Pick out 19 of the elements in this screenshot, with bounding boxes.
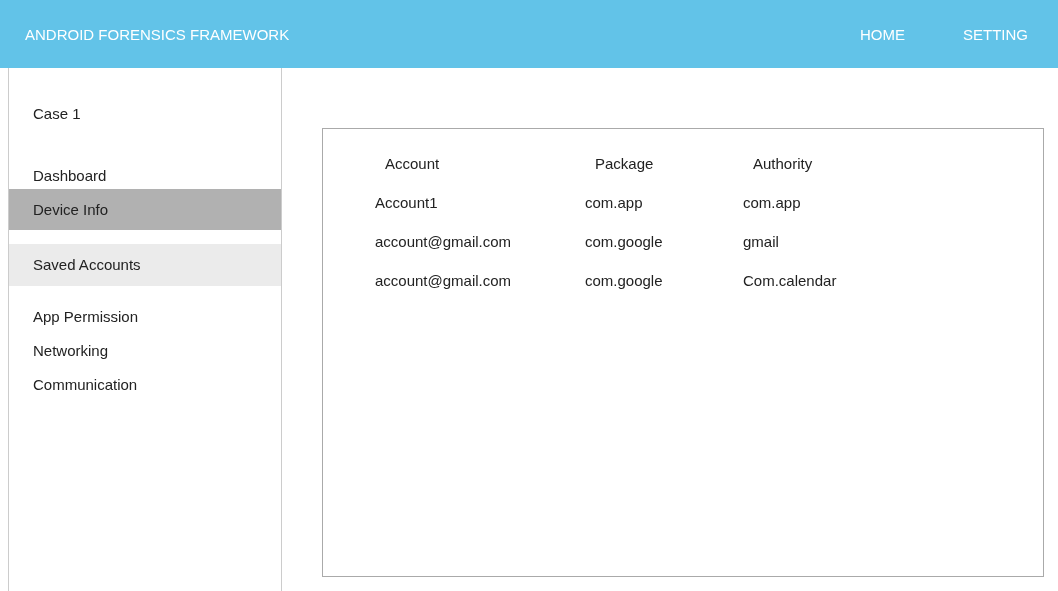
table-cell-text: account@gmail.com: [375, 272, 513, 289]
table-cell-text: com.app: [743, 194, 802, 211]
table-cell-text: Com.calendar: [743, 272, 838, 289]
sidebar-item[interactable]: Networking: [9, 334, 281, 368]
column-header: Authority: [752, 155, 814, 172]
table-cell-text: Account1: [375, 194, 439, 211]
column-header: Package: [594, 155, 655, 172]
table-cell-text: com.google: [585, 272, 664, 289]
sidebar-item[interactable]: Saved Accounts: [9, 244, 281, 286]
case-title: Case 1: [32, 105, 82, 124]
sidebar-item[interactable]: Communication: [9, 368, 281, 402]
table-cell-text: gmail: [743, 233, 780, 250]
column-header: Account: [384, 155, 441, 172]
sidebar-item[interactable]: App Permission: [9, 300, 281, 334]
app-title: ANDROID FORENSICS FRAMEWORK: [25, 25, 290, 43]
table-cell-text: account@gmail.com: [375, 233, 513, 250]
table-cell-text: com.app: [585, 194, 644, 211]
table-cell-text: com.google: [585, 233, 664, 250]
sidebar-item[interactable]: Device Info: [9, 189, 281, 230]
